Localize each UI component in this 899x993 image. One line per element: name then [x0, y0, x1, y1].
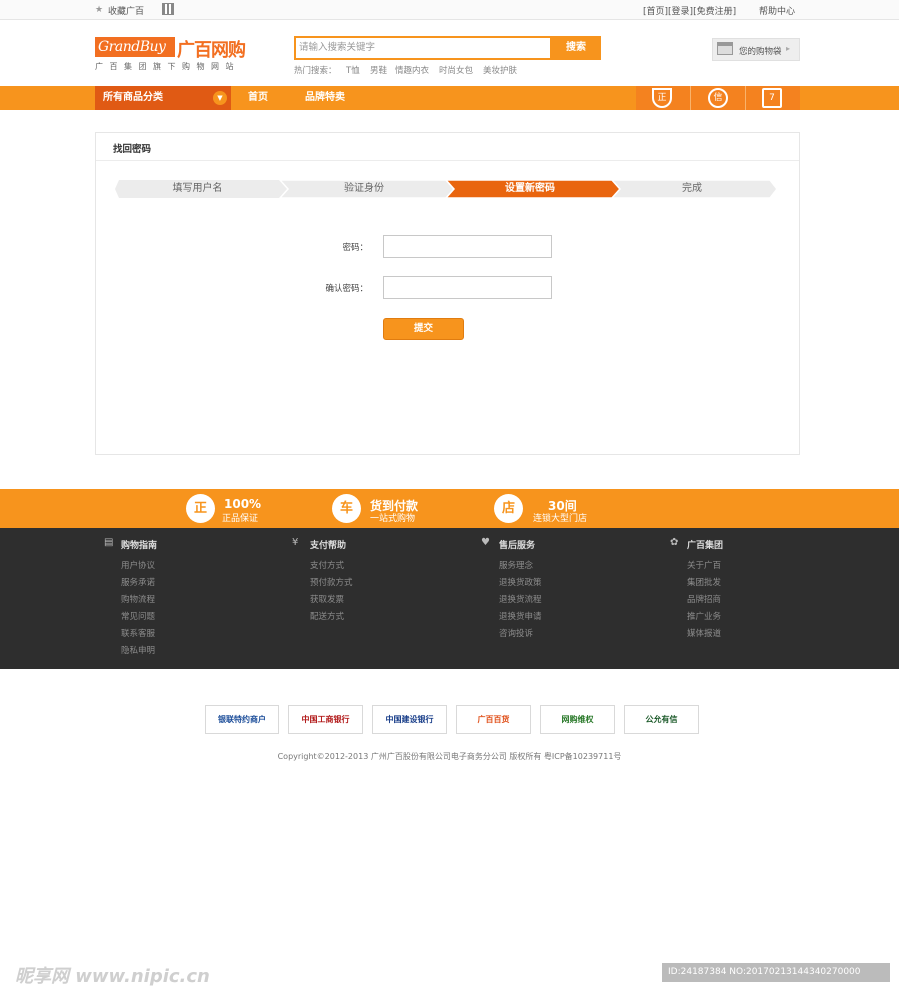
- step-3-active: 设置新密码: [505, 183, 555, 194]
- confirm-password-label: 确认密码：: [325, 284, 368, 294]
- footer-link[interactable]: 退换货政策: [499, 576, 542, 588]
- footer-link[interactable]: 关于广百: [687, 559, 721, 571]
- footer-link[interactable]: 用户协议: [121, 559, 155, 571]
- partner-grandbuy-store[interactable]: 广百百货: [456, 705, 531, 734]
- seven-day-return-icon[interactable]: 7: [762, 88, 782, 108]
- guarantee-title: 100%: [224, 497, 262, 511]
- top-link-login[interactable]: [登录]: [668, 7, 693, 17]
- footer-link[interactable]: 服务承诺: [121, 576, 155, 588]
- favorite-link[interactable]: 收藏广百: [108, 4, 144, 17]
- footer-link[interactable]: 联系客服: [121, 627, 155, 639]
- help-center-link[interactable]: 帮助中心: [759, 4, 795, 17]
- group-icon: ✿: [670, 537, 679, 548]
- page-title: 找回密码: [113, 144, 152, 155]
- password-label: 密码：: [342, 243, 368, 253]
- step-1: 填写用户名: [172, 183, 223, 194]
- footer-link[interactable]: 获取发票: [310, 593, 344, 605]
- footer-link[interactable]: 配送方式: [310, 610, 344, 622]
- footer-link[interactable]: 品牌招商: [687, 593, 721, 605]
- guarantee-subtitle: 连锁大型门店: [533, 514, 588, 524]
- footer-link[interactable]: 集团批发: [687, 576, 721, 588]
- copyright: Copyright©2012-2013 广州广百股份有限公司电子商务分公司 版权…: [277, 752, 622, 761]
- genuine-badge-icon[interactable]: 正: [652, 88, 672, 108]
- search-button[interactable]: 搜索: [551, 36, 601, 60]
- nav-item-brand-sale[interactable]: 品牌特卖: [305, 86, 345, 110]
- star-icon: ★: [95, 5, 104, 15]
- hot-term[interactable]: T恤: [346, 64, 360, 76]
- footer-link[interactable]: 媒体报道: [687, 627, 721, 639]
- chevron-right-icon: ▸: [786, 44, 791, 53]
- logo-en[interactable]: GrandBuy: [95, 37, 175, 57]
- footer-heading: 售后服务: [499, 541, 536, 551]
- qr-code-icon[interactable]: [162, 3, 174, 15]
- genuine-icon: 正: [186, 494, 215, 523]
- watermark-id: ID:24187384 NO:20170213144340270000: [662, 963, 890, 982]
- guarantee-bar: [0, 489, 899, 528]
- footer-link[interactable]: 推广业务: [687, 610, 721, 622]
- truck-icon: 车: [332, 494, 361, 523]
- hot-term[interactable]: 情趣内衣: [395, 64, 429, 76]
- footer-heading: 广百集团: [687, 541, 724, 551]
- footer-link[interactable]: 退换货申请: [499, 610, 542, 622]
- footer-heading: 购物指南: [121, 541, 158, 551]
- footer-link[interactable]: 咨询投诉: [499, 627, 533, 639]
- submit-button[interactable]: 提交: [383, 318, 464, 340]
- hot-term[interactable]: 美妆护肤: [483, 64, 517, 76]
- chevron-down-icon[interactable]: ▼: [213, 91, 227, 105]
- divider: [745, 86, 746, 110]
- top-links: [首页][登录][免费注册]: [643, 4, 736, 17]
- step-2: 验证身份: [344, 183, 384, 194]
- hot-term[interactable]: 时尚女包: [439, 64, 473, 76]
- cart-label: 您的购物袋: [739, 47, 782, 57]
- divider: [690, 86, 691, 110]
- watermark-logo: 昵享网 www.nipic.cn: [15, 966, 210, 987]
- store-icon: 店: [494, 494, 523, 523]
- footer-link[interactable]: 支付方式: [310, 559, 344, 571]
- partner-gongyun[interactable]: 公允有信: [624, 705, 699, 734]
- partner-ccb[interactable]: 中国建设银行: [372, 705, 447, 734]
- top-link-home[interactable]: [首页]: [643, 7, 668, 17]
- footer-link[interactable]: 隐私申明: [121, 644, 155, 656]
- partner-unionpay[interactable]: 银联特约商户: [205, 705, 279, 734]
- guarantee-subtitle: 一站式购物: [370, 514, 416, 524]
- footer-link[interactable]: 预付款方式: [310, 576, 353, 588]
- guarantee-subtitle: 正品保证: [222, 514, 259, 524]
- footer-link[interactable]: 退换货流程: [499, 593, 542, 605]
- confirm-password-input[interactable]: [383, 276, 552, 299]
- shopping-bag-icon: [717, 42, 733, 55]
- password-input[interactable]: [383, 235, 552, 258]
- footer-heading: 支付帮助: [310, 541, 347, 551]
- step-4: 完成: [682, 183, 702, 194]
- payment-icon: ¥: [292, 537, 299, 548]
- hot-search-label: 热门搜索：: [294, 66, 337, 76]
- heart-icon: ♥: [481, 537, 490, 548]
- footer-link[interactable]: 购物流程: [121, 593, 155, 605]
- nav-item-home[interactable]: 首页: [248, 86, 268, 110]
- top-link-register[interactable]: [免费注册]: [693, 7, 736, 17]
- hot-term[interactable]: 男鞋: [370, 64, 387, 76]
- footer-link[interactable]: 服务理念: [499, 559, 533, 571]
- divider: [96, 160, 799, 161]
- logo-cn[interactable]: 广百网购: [177, 36, 246, 62]
- search-input[interactable]: 请输入搜索关键字: [294, 36, 552, 60]
- logo-subtitle: 广百集团旗下购物网站: [95, 62, 240, 71]
- partner-rights-protection[interactable]: 网购维权: [540, 705, 615, 734]
- footer-link[interactable]: 常见问题: [121, 610, 155, 622]
- partner-icbc[interactable]: 中国工商银行: [288, 705, 363, 734]
- guide-icon: ▤: [104, 537, 114, 548]
- category-menu[interactable]: 所有商品分类: [95, 86, 231, 110]
- credit-badge-icon[interactable]: 信: [708, 88, 728, 108]
